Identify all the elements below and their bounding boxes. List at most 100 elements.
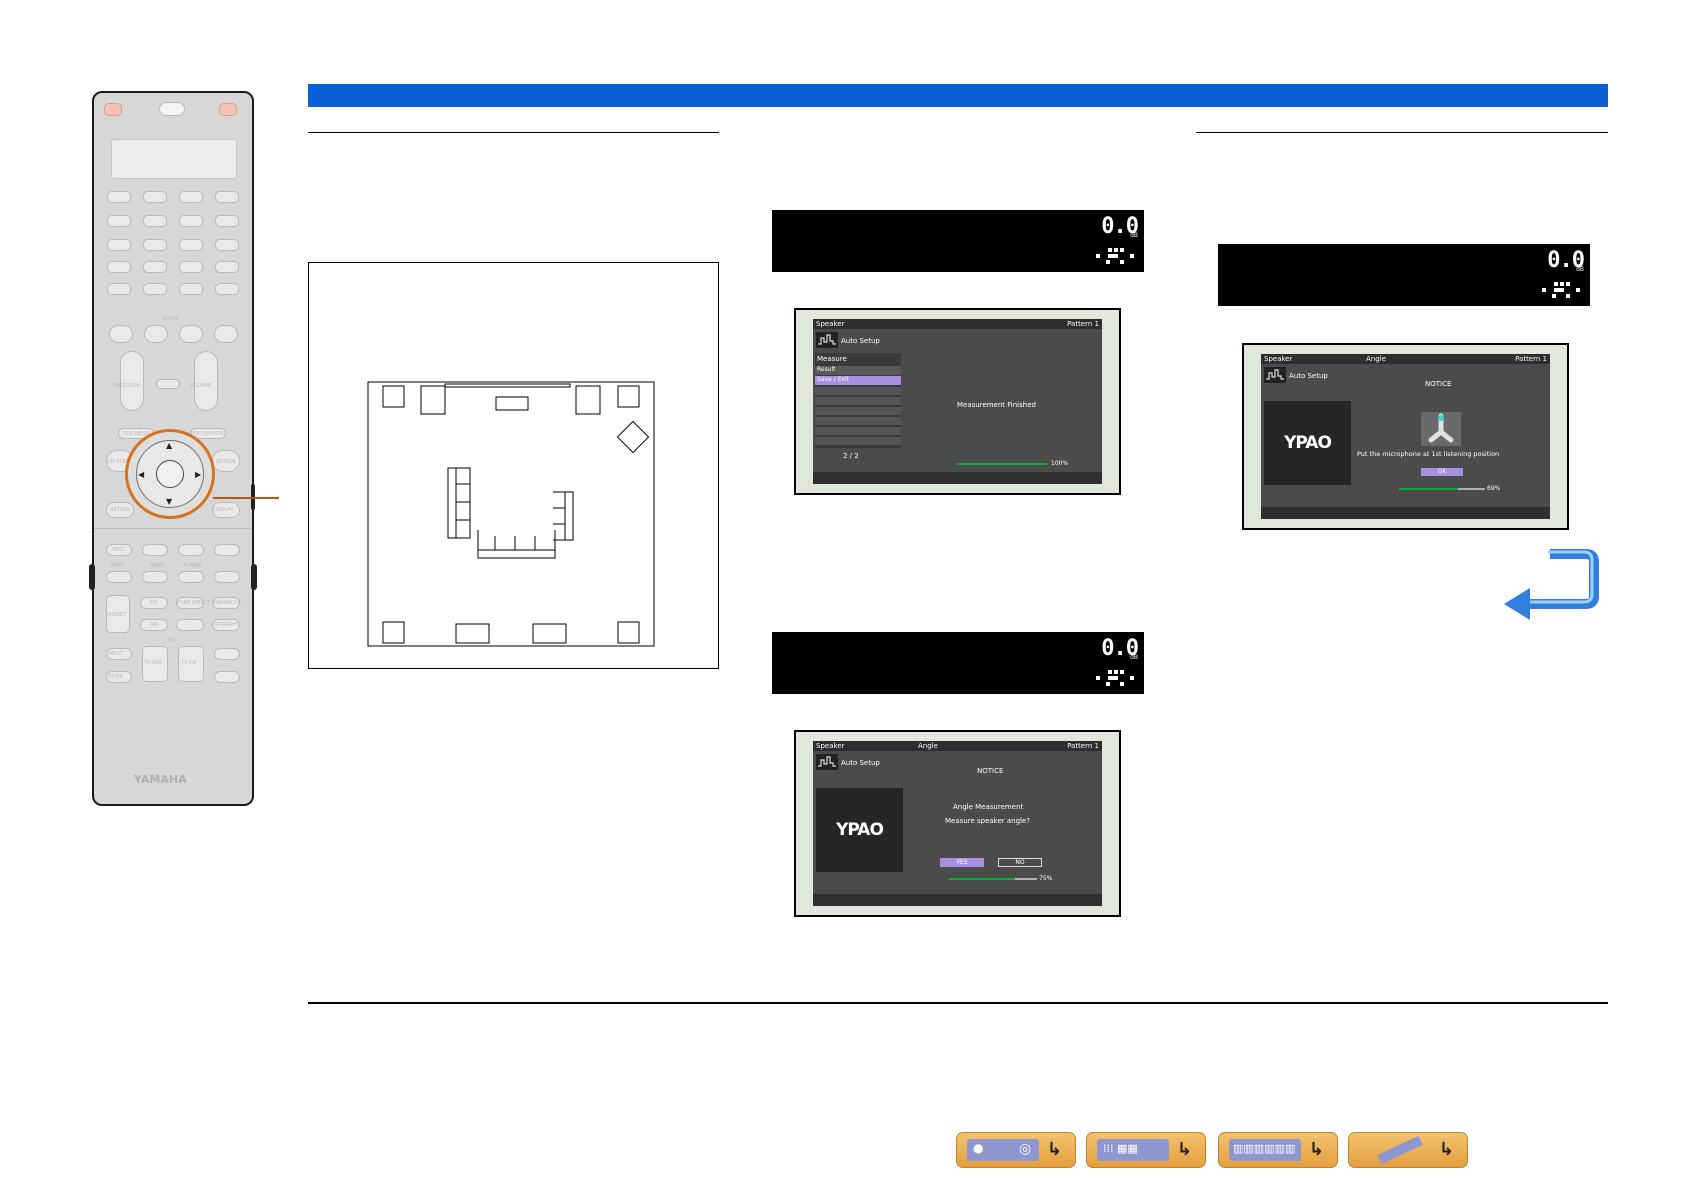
enter-button[interactable] [156,460,184,488]
remote-grid-button[interactable] [179,283,203,295]
remote-grid-button[interactable] [107,283,131,295]
osd-no-button[interactable]: NO [998,858,1042,867]
return-arrow-icon [1504,549,1599,620]
knob-icon: ◎ [1019,1141,1032,1157]
power-button-left[interactable] [104,103,122,116]
info-label: INFO [112,547,125,553]
osd-header-right: Pattern 1 [1067,320,1099,328]
section-header-bar [308,84,1608,107]
remote-grid-button[interactable] [107,261,131,273]
osd-progress-label: 100% [1051,460,1069,467]
remote-grid-button[interactable] [179,191,203,203]
tv-power-button[interactable] [214,671,240,683]
osd-progress-bar [957,463,1047,465]
osd-menu-heading: Measure [817,355,847,363]
band-label: BAND [150,563,165,569]
nav-tab-front-panel[interactable]: ● ◎ ↳ [956,1132,1076,1168]
remote-grid-button[interactable] [143,191,167,203]
remote-brand: YAMAHA [134,773,187,786]
tv-aux-button[interactable] [214,648,240,660]
osd-screen: Speaker Angle Pattern 1 Auto Setup YPAO … [813,741,1102,906]
remote-grid-button[interactable] [107,239,131,251]
cursor-pad-highlight: ▲ ▼ ◀ ▶ [125,429,215,519]
osd-menu-item-label: Save / Exit [817,376,849,383]
tv-mute-label: MUTE [109,674,124,680]
tv-ch-label: TV CH [181,660,197,666]
program-rocker[interactable] [120,351,144,411]
speaker-front-presence-right [617,385,640,408]
cursor-right-icon[interactable]: ▶ [195,470,201,479]
osd-title: Auto Setup [1289,372,1328,380]
cursor-left-icon[interactable]: ◀ [138,470,144,479]
osd-line2: Measure speaker angle? [945,817,1031,825]
speaker-surround-left [382,621,405,644]
front-panel-icon: ● ◎ [967,1139,1039,1161]
osd-menu-item-save-exit[interactable]: Save / Exit [815,376,901,385]
osd-menu-empty-row [815,387,901,395]
osd-progress-bar [949,878,1037,880]
remote-grid-button[interactable] [215,191,239,203]
mem-label: MEM [111,563,123,569]
sofa-left-seat [456,467,471,539]
nav-arrow-icon: ↳ [1439,1139,1455,1160]
remote-grid-button[interactable] [215,239,239,251]
power-button-right[interactable] [219,103,237,116]
remote-grid-button[interactable] [143,215,167,227]
remote-grid-button[interactable] [107,191,131,203]
remote-grid-button[interactable] [215,261,239,273]
auto-setup-icon [816,332,838,348]
osd-progress-fill [957,463,1047,465]
osd-yes-button[interactable]: YES [940,858,984,867]
straight-button-left[interactable] [176,619,204,631]
osd-header-right: Pattern 1 [1067,742,1099,750]
nav-tab-rear-panel[interactable]: ⁞⁞⁞ ▦▦ ↳ [1086,1132,1206,1168]
scene-button[interactable] [179,325,203,343]
skip-forward-button[interactable] [142,571,168,583]
skip-back-button[interactable] [106,571,132,583]
sofa-left [447,467,457,539]
osd-menu-empty-row [815,437,901,445]
scene-button[interactable] [109,325,133,343]
osd-message: Put the microphone at 1st listening posi… [1357,450,1500,458]
pause-button[interactable] [178,544,204,556]
osd-header-left: Speaker [816,742,845,750]
scene-button[interactable] [144,325,168,343]
straight-label: STRAIGHT [214,622,240,628]
remote-grid-button[interactable] [215,283,239,295]
osd-screen: Speaker Pattern 1 Auto Setup Measure Res… [813,319,1102,484]
tuning-up-button[interactable] [214,571,240,583]
remote-grid-button[interactable] [179,261,203,273]
nav-tab-display[interactable]: ▥▥▥▥▥▥ ↳ [1218,1132,1338,1168]
nav-tab-remote[interactable]: ↳ [1348,1132,1468,1168]
play-button[interactable] [214,544,240,556]
rear-panel-icon: ⁞⁞⁞ ▦▦ [1097,1139,1169,1161]
remote-side-grip [89,564,95,590]
remote-grid-button[interactable] [215,215,239,227]
option-label: OPTION [216,459,236,465]
remote-grid-button[interactable] [179,239,203,251]
tuning-down-button[interactable] [178,571,204,583]
source-power-button[interactable] [159,102,185,116]
center-small-button[interactable] [156,379,180,389]
osd-header-mid: Angle [1366,355,1386,363]
remote-grid-button[interactable] [179,215,203,227]
cursor-up-icon[interactable]: ▲ [166,441,172,450]
speaker-surround-back-left [455,623,490,644]
scene-button[interactable] [214,325,238,343]
stop-button[interactable] [142,544,168,556]
volume-rocker[interactable] [194,351,218,411]
terminals-icon: ⁞⁞⁞ ▦▦ [1103,1142,1138,1155]
remote-grid-button[interactable] [107,215,131,227]
osd-menu-item-result[interactable]: Result [815,366,901,375]
enhancer-label: ENHANCER [213,600,241,606]
remote-grid-button[interactable] [143,283,167,295]
osd-ok-button[interactable]: OK [1421,468,1463,476]
remote-grid-button[interactable] [143,239,167,251]
speaker-surround-back-right [532,623,567,644]
remote-grid-button[interactable] [143,261,167,273]
osd-notice: NOTICE [1425,380,1452,388]
tv-screen [444,383,571,388]
cursor-down-icon[interactable]: ▼ [166,497,172,506]
osd-progress-bar [1399,488,1485,490]
fpd-unit: dB [1130,232,1138,239]
